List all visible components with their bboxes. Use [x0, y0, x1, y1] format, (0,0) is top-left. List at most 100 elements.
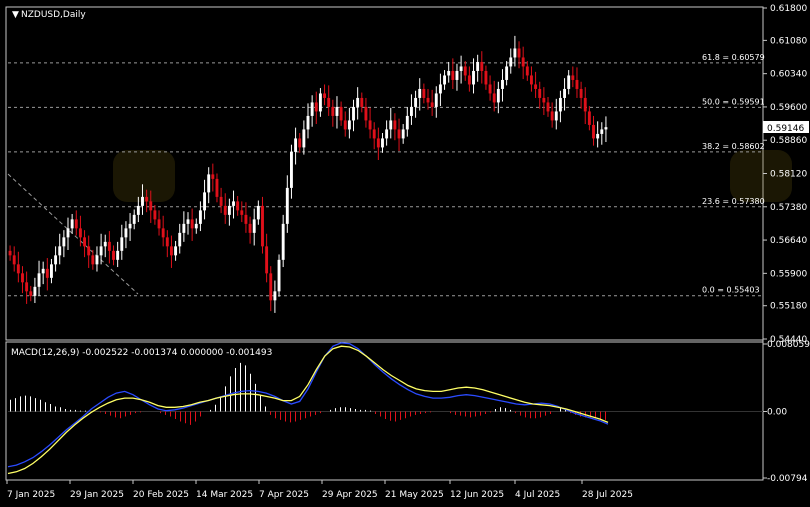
candle[interactable] [215, 173, 219, 203]
candle[interactable] [273, 280, 277, 313]
candle[interactable] [8, 245, 12, 261]
candle[interactable] [227, 198, 231, 226]
candle[interactable] [95, 246, 99, 272]
candle[interactable] [347, 107, 351, 139]
candle[interactable] [318, 88, 322, 117]
candle[interactable] [480, 51, 484, 84]
candle[interactable] [604, 116, 608, 143]
candle[interactable] [190, 208, 194, 241]
candle[interactable] [530, 66, 533, 92]
candle[interactable] [484, 65, 488, 90]
candle[interactable] [83, 230, 86, 258]
candle[interactable] [290, 144, 293, 199]
candle[interactable] [372, 122, 376, 150]
candle[interactable] [54, 246, 58, 272]
candle[interactable] [252, 208, 256, 246]
forex-chart[interactable]: 61.8 = 0.60579 50.0 = 0.59591 38.2 = 0.586… [0, 0, 810, 507]
candle[interactable] [265, 233, 269, 283]
candle[interactable] [58, 233, 62, 265]
candle[interactable] [153, 204, 157, 225]
candle[interactable] [600, 122, 604, 145]
candle[interactable] [103, 234, 107, 258]
candle[interactable] [360, 92, 364, 113]
candle[interactable] [306, 103, 310, 139]
candle[interactable] [112, 245, 115, 266]
candle[interactable] [62, 230, 66, 258]
candle[interactable] [128, 213, 132, 241]
candle[interactable] [116, 241, 120, 268]
candle[interactable] [438, 73, 442, 107]
candle[interactable] [236, 195, 240, 216]
candle[interactable] [571, 66, 575, 88]
candle[interactable] [174, 240, 178, 261]
candle[interactable] [546, 97, 550, 117]
candle[interactable] [567, 70, 571, 95]
candle[interactable] [554, 98, 558, 130]
candle[interactable] [99, 233, 103, 265]
candle[interactable] [269, 266, 273, 312]
candle[interactable] [277, 254, 281, 297]
candle[interactable] [219, 187, 223, 214]
candle[interactable] [364, 97, 368, 128]
candle[interactable] [587, 106, 591, 131]
candle[interactable] [422, 83, 426, 104]
candle[interactable] [410, 94, 413, 125]
candle[interactable] [397, 118, 401, 152]
candle[interactable] [496, 81, 500, 114]
candle[interactable] [339, 101, 343, 126]
candle[interactable] [331, 99, 335, 127]
candle[interactable] [21, 266, 24, 294]
candle[interactable] [310, 95, 314, 127]
candle[interactable] [170, 235, 173, 268]
candle[interactable] [488, 75, 492, 101]
candle[interactable] [513, 35, 517, 67]
candle[interactable] [596, 121, 600, 148]
candle[interactable] [443, 70, 446, 90]
candle[interactable] [223, 193, 227, 224]
candle[interactable] [203, 179, 206, 220]
candle[interactable] [87, 235, 91, 268]
candle[interactable] [393, 113, 397, 141]
candle[interactable] [426, 88, 430, 110]
candle[interactable] [314, 91, 318, 125]
candle[interactable] [120, 224, 124, 260]
candle[interactable] [285, 175, 289, 233]
candle[interactable] [505, 61, 509, 86]
candle[interactable] [575, 67, 579, 98]
candle[interactable] [132, 209, 136, 230]
candle[interactable] [240, 201, 244, 223]
candle[interactable] [29, 285, 33, 302]
candle[interactable] [198, 201, 202, 232]
candle[interactable] [232, 190, 235, 219]
candle[interactable] [434, 86, 438, 118]
candle[interactable] [405, 106, 409, 137]
candle[interactable] [178, 223, 182, 254]
candle[interactable] [430, 89, 434, 116]
candle[interactable] [66, 217, 70, 250]
candle[interactable] [517, 41, 521, 69]
candle[interactable] [385, 120, 389, 146]
candle[interactable] [37, 260, 41, 296]
candle[interactable] [298, 133, 302, 153]
candle[interactable] [327, 85, 331, 116]
candle[interactable] [525, 61, 529, 81]
candle[interactable] [157, 210, 161, 236]
candle[interactable] [472, 58, 475, 94]
candle[interactable] [538, 81, 542, 109]
candle[interactable] [194, 218, 198, 234]
candle[interactable] [74, 210, 78, 236]
candle[interactable] [352, 99, 355, 132]
candle[interactable] [294, 127, 298, 165]
candle[interactable] [592, 115, 595, 146]
candle[interactable] [455, 63, 459, 91]
candle[interactable] [211, 163, 215, 192]
candle[interactable] [335, 96, 339, 129]
candle[interactable] [579, 81, 583, 109]
candle[interactable] [33, 277, 37, 304]
candle[interactable] [509, 48, 513, 74]
candle[interactable] [414, 90, 418, 118]
candle[interactable] [418, 78, 422, 111]
candle[interactable] [356, 87, 360, 120]
candle[interactable] [50, 258, 53, 284]
candle[interactable] [256, 200, 260, 225]
